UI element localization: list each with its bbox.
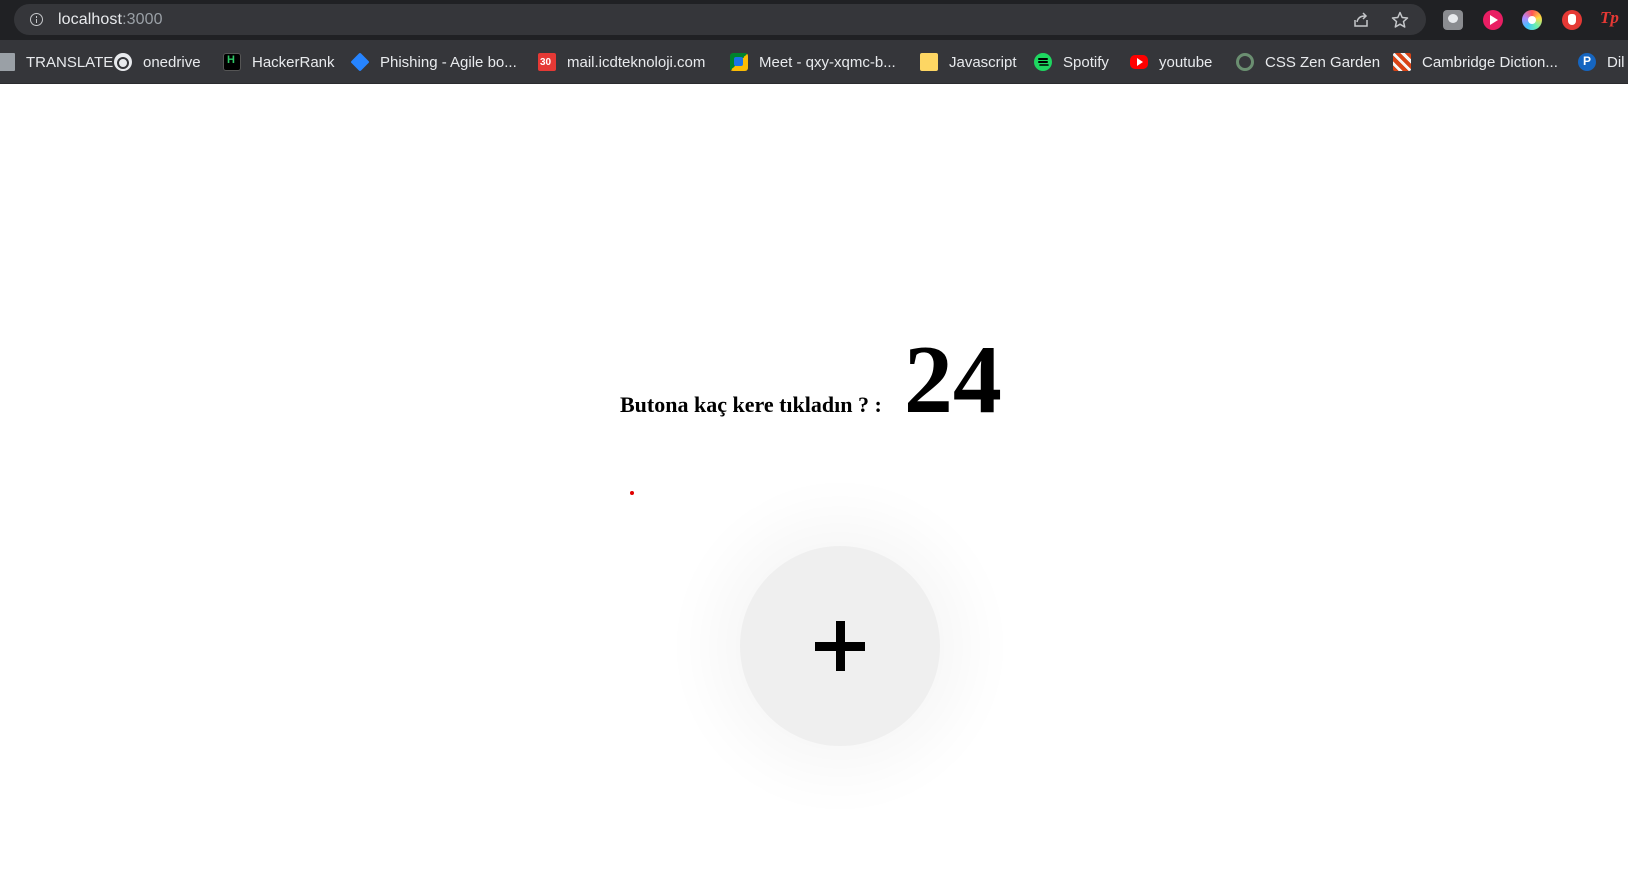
tp-extension-icon[interactable]: Tp — [1600, 8, 1628, 28]
bookmark-label: Dil — [1607, 53, 1625, 71]
bookmark-css-zen-garden[interactable]: CSS Zen Garden — [1236, 40, 1381, 83]
bookmark-label: Meet - qxy-xqmc-b... — [759, 53, 896, 71]
info-icon[interactable] — [30, 13, 43, 26]
bookmark-label: Javascript — [949, 53, 1017, 71]
bookmark-label: youtube — [1159, 53, 1213, 71]
meet-icon — [730, 53, 748, 71]
address-bar[interactable]: localhost:3000 — [14, 4, 1426, 35]
extension-icon[interactable] — [1443, 10, 1463, 30]
browser-toolbar: localhost:3000 Tp — [0, 0, 1628, 40]
bookmark-youtube[interactable]: youtube — [1130, 40, 1213, 83]
bookmark-hackerrank[interactable]: HackerRank — [223, 40, 335, 83]
youtube-icon — [1130, 55, 1148, 69]
zen-garden-icon — [1236, 53, 1254, 71]
click-count: 24 — [903, 326, 1002, 434]
star-icon[interactable] — [1391, 11, 1409, 29]
media-extension-icon[interactable] — [1483, 10, 1503, 30]
globe-icon — [114, 53, 132, 71]
counter-display: Butona kaç kere tıkladın ? : 24 — [620, 330, 1002, 430]
bookmark-mail[interactable]: mail.icdteknoloji.com — [538, 40, 706, 83]
url-host: localhost — [58, 11, 123, 28]
share-icon[interactable] — [1352, 11, 1370, 29]
bookmark-label: TRANSLATE — [26, 53, 114, 71]
spotify-icon — [1034, 53, 1052, 71]
url-text[interactable]: localhost:3000 — [58, 11, 163, 29]
adblock-extension-icon[interactable] — [1562, 10, 1582, 30]
jira-icon — [350, 52, 370, 72]
cambridge-icon — [1393, 53, 1411, 71]
calendar-icon — [538, 53, 556, 71]
bookmarks-bar: TRANSLATE onedrive HackerRank Phishing -… — [0, 40, 1628, 84]
url-port: :3000 — [122, 11, 163, 28]
bookmark-phishing[interactable]: Phishing - Agile bo... — [350, 40, 517, 83]
bookmark-label: Phishing - Agile bo... — [380, 53, 517, 71]
red-dot — [630, 491, 634, 495]
increment-button[interactable] — [740, 546, 940, 746]
bookmark-onedrive[interactable]: onedrive — [114, 40, 201, 83]
bookmark-meet[interactable]: Meet - qxy-xqmc-b... — [730, 40, 896, 83]
pearson-icon — [1578, 53, 1596, 71]
hackerrank-icon — [223, 53, 241, 71]
bookmark-folder-javascript[interactable]: Javascript — [920, 40, 1017, 83]
bookmark-dil[interactable]: Dil — [1578, 40, 1625, 83]
bookmark-label: onedrive — [143, 53, 201, 71]
bookmark-label: HackerRank — [252, 53, 335, 71]
color-picker-extension-icon[interactable] — [1522, 10, 1542, 30]
bookmark-label: Spotify — [1063, 53, 1109, 71]
click-question-label: Butona kaç kere tıkladın ? : — [620, 392, 882, 417]
bookmark-spotify[interactable]: Spotify — [1034, 40, 1109, 83]
bookmark-label: mail.icdteknoloji.com — [567, 53, 706, 71]
bookmark-cambridge[interactable]: Cambridge Diction... — [1393, 40, 1558, 83]
folder-icon — [920, 53, 938, 71]
bookmark-translate[interactable]: TRANSLATE — [0, 40, 114, 83]
bookmark-label: Cambridge Diction... — [1422, 53, 1558, 71]
translate-icon — [0, 53, 15, 71]
bookmark-label: CSS Zen Garden — [1265, 53, 1381, 71]
